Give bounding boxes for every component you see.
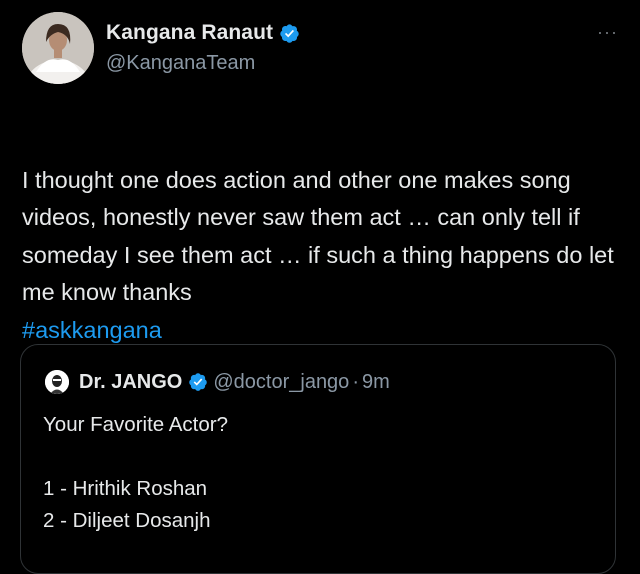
tweet-card[interactable]: Kangana Ranaut @KanganaTeam ··· I though…: [0, 0, 640, 574]
quoted-verified-badge-icon: [188, 372, 208, 392]
author-names: Kangana Ranaut @KanganaTeam: [106, 20, 300, 75]
quoted-option-2: 2 - Diljeet Dosanjh: [43, 509, 211, 532]
quoted-display-name: Dr. JANGO: [79, 370, 183, 393]
author-display-name[interactable]: Kangana Ranaut: [106, 21, 273, 45]
tweet-header: Kangana Ranaut @KanganaTeam ···: [22, 12, 622, 86]
quoted-tweet-text: Your Favorite Actor? 1 - Hrithik Roshan …: [43, 409, 593, 537]
quoted-option-1: 1 - Hrithik Roshan: [43, 477, 208, 500]
avatar-photo-icon: [22, 12, 94, 84]
quoted-question: Your Favorite Actor?: [43, 413, 228, 436]
author-handle[interactable]: @KanganaTeam: [106, 52, 300, 75]
quoted-tweet-header: Dr. JANGO @doctor_jango · 9m: [45, 369, 390, 395]
quoted-avatar: [45, 370, 69, 394]
avatar[interactable]: [22, 12, 94, 84]
more-options-icon[interactable]: ···: [597, 22, 618, 43]
quoted-blank-line: [43, 441, 593, 473]
quoted-avatar-photo-icon: [45, 370, 69, 394]
quoted-tweet[interactable]: Dr. JANGO @doctor_jango · 9m Your Favori…: [20, 344, 616, 574]
verified-badge-icon: [279, 23, 300, 44]
quoted-handle: @doctor_jango: [213, 370, 350, 393]
tweet-body: I thought one does action and other one …: [22, 166, 614, 306]
quoted-timestamp: 9m: [361, 370, 390, 393]
quoted-separator: ·: [352, 370, 359, 393]
